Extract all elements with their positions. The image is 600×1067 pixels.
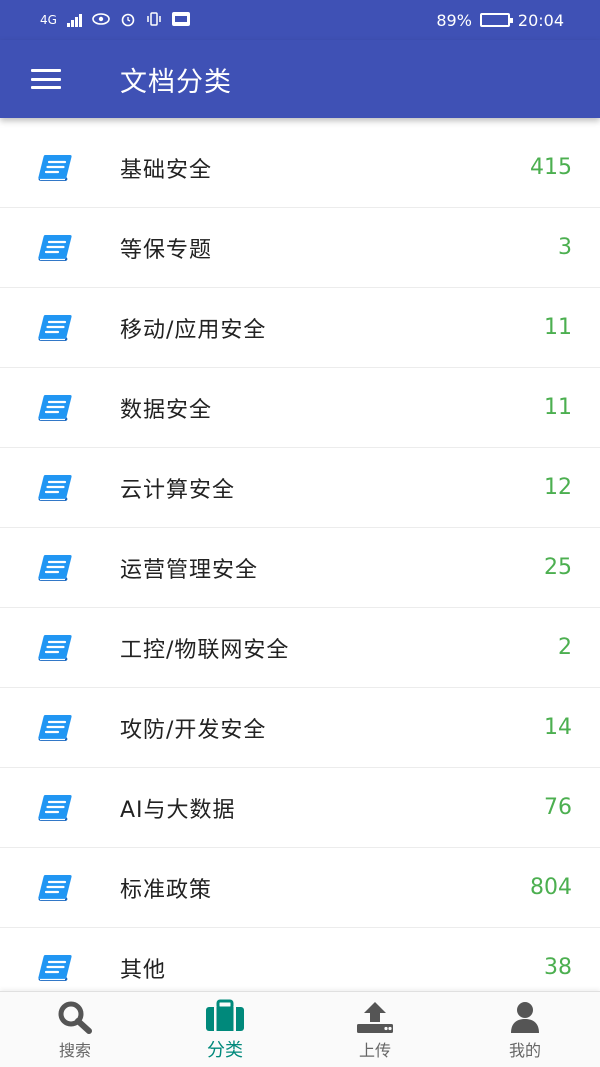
nav-category[interactable]: 分类 <box>150 992 300 1067</box>
category-row[interactable]: AI与大数据 76 <box>0 768 600 848</box>
category-count: 25 <box>544 555 572 580</box>
book-icon <box>0 633 120 663</box>
menu-button[interactable] <box>0 40 92 118</box>
nav-search[interactable]: 搜索 <box>0 992 150 1067</box>
signal-icon <box>66 13 82 27</box>
bottom-navigation: 搜索 分类 上传 我的 <box>0 991 600 1067</box>
category-row[interactable]: 移动/应用安全 11 <box>0 288 600 368</box>
eye-icon <box>92 12 110 28</box>
user-icon <box>508 999 542 1035</box>
book-icon <box>0 313 120 343</box>
status-icons: 4G <box>40 11 190 30</box>
book-icon <box>0 873 120 903</box>
category-row[interactable]: 运营管理安全 25 <box>0 528 600 608</box>
category-list: 基础安全 415 等保专题 3 移动/应用安全 11 数据安全 11 云计算安全 12 运营管理安全… <box>0 128 600 1008</box>
hamburger-menu-icon <box>31 69 61 89</box>
battery-icon <box>479 13 513 27</box>
book-icon <box>0 153 120 183</box>
nav-profile-label: 我的 <box>508 1040 541 1060</box>
nav-profile[interactable]: 我的 <box>450 992 600 1067</box>
category-label: 标准政策 <box>120 877 213 903</box>
category-label: 基础安全 <box>120 157 213 183</box>
category-row[interactable]: 基础安全 415 <box>0 128 600 208</box>
category-row[interactable]: 工控/物联网安全 2 <box>0 608 600 688</box>
category-row[interactable]: 云计算安全 12 <box>0 448 600 528</box>
briefcase-icon <box>204 998 246 1034</box>
alarm-icon <box>120 11 136 30</box>
category-label: 移动/应用安全 <box>120 317 267 343</box>
book-icon <box>0 553 120 583</box>
nav-upload-label: 上传 <box>358 1040 391 1060</box>
search-icon <box>55 999 95 1035</box>
app-bar: 文档分类 <box>0 40 600 118</box>
page-title: 文档分类 <box>120 66 232 98</box>
category-label: 运营管理安全 <box>120 557 259 583</box>
category-label: 攻防/开发安全 <box>120 717 267 743</box>
category-count: 11 <box>544 315 572 340</box>
category-count: 76 <box>544 795 572 820</box>
category-count: 38 <box>544 955 572 980</box>
book-icon <box>0 713 120 743</box>
vibrate-icon <box>146 11 162 30</box>
category-count: 14 <box>544 715 572 740</box>
category-label: 等保专题 <box>120 237 213 263</box>
category-count: 11 <box>544 395 572 420</box>
status-bar: 4G 89% 20:04 <box>0 0 600 40</box>
book-icon <box>0 473 120 503</box>
book-icon <box>0 233 120 263</box>
category-row[interactable]: 数据安全 11 <box>0 368 600 448</box>
category-count: 12 <box>544 475 572 500</box>
clock: 20:04 <box>517 10 564 30</box>
book-icon <box>0 793 120 823</box>
notification-icon <box>171 11 190 29</box>
category-label: 工控/物联网安全 <box>120 637 290 663</box>
category-count: 3 <box>558 235 572 260</box>
category-count: 2 <box>558 635 572 660</box>
category-label: 数据安全 <box>120 397 213 423</box>
category-row[interactable]: 攻防/开发安全 14 <box>0 688 600 768</box>
book-icon <box>0 393 120 423</box>
book-icon <box>0 953 120 983</box>
category-count: 804 <box>530 875 572 900</box>
battery-percent: 89% <box>436 10 472 30</box>
category-row[interactable]: 标准政策 804 <box>0 848 600 928</box>
category-row[interactable]: 等保专题 3 <box>0 208 600 288</box>
status-right: 89% 20:04 <box>436 11 564 30</box>
network-type: 4G <box>40 13 57 27</box>
category-count: 415 <box>530 155 572 180</box>
upload-icon <box>355 999 395 1035</box>
nav-search-label: 搜索 <box>58 1040 91 1060</box>
category-label: 其他 <box>120 957 167 983</box>
nav-category-label: 分类 <box>207 1039 243 1061</box>
nav-upload[interactable]: 上传 <box>300 992 450 1067</box>
category-label: AI与大数据 <box>120 797 236 823</box>
category-label: 云计算安全 <box>120 477 236 503</box>
